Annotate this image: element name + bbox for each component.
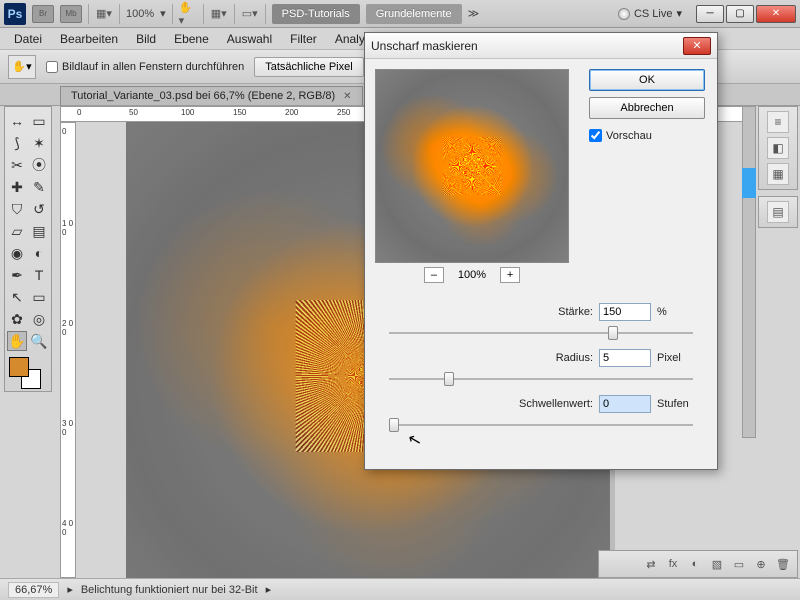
layer-panel-footer: ⇄ fx ◐ ▧ ▭ ⊕ 🗑 (598, 550, 798, 578)
brush-tool[interactable]: ✎ (29, 177, 49, 197)
layers-rail-icon[interactable]: ≡ (767, 111, 789, 133)
shape-tool[interactable]: ▭ (29, 287, 49, 307)
dialog-title: Unscharf maskieren (371, 39, 478, 53)
menu-auswahl[interactable]: Auswahl (219, 30, 280, 48)
bridge-button[interactable]: Br (32, 5, 54, 23)
dialog-preview[interactable] (375, 69, 569, 263)
arrange-docs-icon[interactable]: ▦▾ (210, 5, 228, 23)
dialog-zoom-pct: 100% (458, 269, 486, 281)
workspace-more-icon[interactable]: ≫ (468, 7, 480, 20)
radius-slider[interactable] (389, 369, 693, 389)
window-minimize-button[interactable]: ─ (696, 5, 724, 23)
threshold-slider[interactable] (389, 415, 693, 435)
cancel-button[interactable]: Abbrechen (589, 97, 705, 119)
preview-checkbox[interactable]: Vorschau (589, 129, 705, 142)
styles-rail-icon[interactable]: ▤ (767, 201, 789, 223)
close-tab-icon[interactable]: ✕ (343, 91, 351, 102)
scroll-all-windows-checkbox[interactable]: Bildlauf in allen Fenstern durchführen (46, 61, 244, 73)
3d-tool[interactable]: ✿ (7, 309, 27, 329)
active-layer-strip[interactable] (742, 168, 756, 198)
menu-bearbeiten[interactable]: Bearbeiten (52, 30, 126, 48)
screen-mode-icon[interactable]: ▭▾ (241, 5, 259, 23)
threshold-input[interactable] (599, 395, 651, 413)
radius-input[interactable] (599, 349, 651, 367)
cslive-button[interactable]: CS Live▾ (618, 7, 682, 20)
actual-pixels-button[interactable]: Tatsächliche Pixel (254, 57, 363, 77)
strength-label: Stärke: (503, 306, 593, 318)
marquee-tool[interactable]: ▭ (29, 111, 49, 131)
gradient-tool[interactable]: ▤ (29, 221, 49, 241)
window-maximize-button[interactable]: ▢ (726, 5, 754, 23)
fx-icon[interactable]: fx (665, 556, 681, 572)
zoom-in-button[interactable]: + (500, 267, 520, 283)
color-swatches[interactable] (7, 355, 49, 387)
ruler-vertical: 01 0 02 0 03 0 04 0 0 (60, 122, 76, 578)
document-tab[interactable]: Tutorial_Variante_03.psd bei 66,7% (Eben… (60, 86, 363, 105)
menu-datei[interactable]: Datei (6, 30, 50, 48)
view-extras-icon[interactable]: ▦▾ (95, 5, 113, 23)
eraser-tool[interactable]: ▱ (7, 221, 27, 241)
dialog-close-button[interactable]: ✕ (683, 37, 711, 55)
history-brush-tool[interactable]: ↺ (29, 199, 49, 219)
color-rail-icon[interactable]: ◧ (767, 137, 789, 159)
window-close-button[interactable]: ✕ (756, 5, 796, 23)
crop-tool[interactable]: ✂ (7, 155, 27, 175)
new-layer-icon[interactable]: ⊕ (753, 556, 769, 572)
hand-header-icon[interactable]: ✋▾ (179, 5, 197, 23)
zoom-out-button[interactable]: – (424, 267, 444, 283)
dodge-tool[interactable]: ◐ (29, 243, 49, 263)
3d-camera-tool[interactable]: ◎ (29, 309, 49, 329)
dialog-titlebar[interactable]: Unscharf maskieren ✕ (365, 33, 717, 59)
radius-label: Radius: (503, 352, 593, 364)
strength-slider[interactable] (389, 323, 693, 343)
menu-bild[interactable]: Bild (128, 30, 164, 48)
menu-ebene[interactable]: Ebene (166, 30, 217, 48)
eyedropper-tool[interactable]: ⦿ (29, 155, 49, 175)
zoom-readout[interactable]: 100% (126, 8, 154, 20)
wand-tool[interactable]: ✶ (29, 133, 49, 153)
pen-tool[interactable]: ✒ (7, 265, 27, 285)
path-select-tool[interactable]: ↖ (7, 287, 27, 307)
panel-strip[interactable] (742, 106, 756, 438)
link-layers-icon[interactable]: ⇄ (643, 556, 659, 572)
menu-filter[interactable]: Filter (282, 30, 325, 48)
workspace-tab-tutorials[interactable]: PSD-Tutorials (272, 4, 360, 24)
lasso-tool[interactable]: ⟆ (7, 133, 27, 153)
app-logo: Ps (4, 3, 26, 25)
right-panel-rail: ≡ ◧ ▦ ▤ (758, 106, 798, 228)
zoom-tool[interactable]: 🔍 (29, 331, 49, 351)
toolbox: ↔▭ ⟆✶ ✂⦿ ✚✎ ⛉↺ ▱▤ ◉◐ ✒T ↖▭ ✿◎ ✋🔍 (4, 106, 52, 392)
status-message: Belichtung funktioniert nur bei 32-Bit (81, 584, 258, 596)
strength-input[interactable] (599, 303, 651, 321)
hand-tool[interactable]: ✋ (7, 331, 27, 351)
options-hand-icon[interactable]: ✋▾ (8, 55, 36, 79)
blur-tool[interactable]: ◉ (7, 243, 27, 263)
ok-button[interactable]: OK (589, 69, 705, 91)
adjustment-icon[interactable]: ▧ (709, 556, 725, 572)
swatches-rail-icon[interactable]: ▦ (767, 163, 789, 185)
trash-icon[interactable]: 🗑 (775, 556, 791, 572)
group-icon[interactable]: ▭ (731, 556, 747, 572)
unsharp-mask-dialog: Unscharf maskieren ✕ – 100% + OK Abbrech… (364, 32, 718, 470)
workspace-tab-grundelemente[interactable]: Grundelemente (366, 4, 462, 24)
threshold-label: Schwellenwert: (503, 398, 593, 410)
heal-tool[interactable]: ✚ (7, 177, 27, 197)
move-tool[interactable]: ↔ (7, 111, 27, 131)
foreground-color-swatch[interactable] (9, 357, 29, 377)
app-header: Ps Br Mb ▦▾ 100%▾ ✋▾ ▦▾ ▭▾ PSD-Tutorials… (0, 0, 800, 28)
minibridge-button[interactable]: Mb (60, 5, 82, 23)
mask-icon[interactable]: ◐ (687, 556, 703, 572)
stamp-tool[interactable]: ⛉ (7, 199, 27, 219)
status-bar: 66,67% ▸ Belichtung funktioniert nur bei… (0, 578, 800, 600)
status-zoom[interactable]: 66,67% (8, 582, 59, 598)
type-tool[interactable]: T (29, 265, 49, 285)
